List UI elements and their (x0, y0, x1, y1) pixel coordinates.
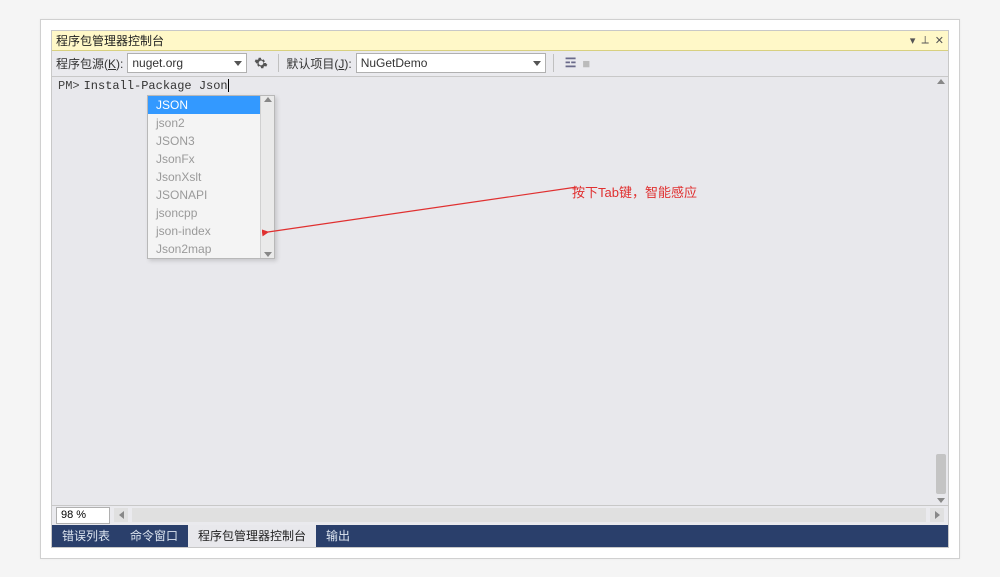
title-window-controls: ▾ ⟂ ✕ (910, 34, 944, 47)
intellisense-item[interactable]: JSON (148, 96, 260, 114)
toolbar-separator (278, 54, 279, 72)
title-text: 程序包管理器控制台 (56, 32, 164, 49)
toolbar-action-icon[interactable]: ☲ (565, 55, 577, 71)
scroll-down-icon[interactable] (937, 498, 945, 503)
intellisense-popup[interactable]: JSON json2 JSON3 JsonFx JsonXslt JSONAPI… (147, 95, 275, 259)
project-label: 默认项目(J): (286, 55, 351, 72)
annotation-text: 按下Tab键，智能感应 (572, 182, 697, 201)
tab-error-list[interactable]: 错误列表 (52, 525, 120, 547)
intellisense-item[interactable]: json-index (148, 222, 260, 240)
intellisense-scrollbar[interactable] (260, 96, 274, 258)
bottom-tabs: 错误列表 命令窗口 程序包管理器控制台 输出 (52, 525, 948, 547)
chevron-down-icon (533, 61, 541, 66)
console-line: PM> Install-Package Json (52, 77, 948, 95)
tab-command-window[interactable]: 命令窗口 (120, 525, 188, 547)
intellisense-item[interactable]: jsoncpp (148, 204, 260, 222)
status-bar: 98 % (52, 505, 948, 525)
package-manager-console-window: 程序包管理器控制台 ▾ ⟂ ✕ 程序包源(K): nuget.org 默认项目(… (51, 30, 949, 548)
intellisense-item[interactable]: JSON3 (148, 132, 260, 150)
window-menu-arrow-icon[interactable]: ▾ (910, 34, 916, 47)
command-input-text[interactable]: Install-Package Json (84, 79, 228, 93)
gear-icon (254, 56, 268, 70)
close-icon[interactable]: ✕ (935, 34, 944, 47)
console-area[interactable]: PM> Install-Package Json JSON json2 JSON… (52, 77, 948, 505)
intellisense-item[interactable]: json2 (148, 114, 260, 132)
tab-package-manager-console[interactable]: 程序包管理器控制台 (188, 525, 316, 547)
intellisense-item[interactable]: JsonFx (148, 150, 260, 168)
tab-output[interactable]: 输出 (316, 525, 360, 547)
scroll-down-icon[interactable] (264, 252, 272, 257)
settings-gear-button[interactable] (251, 53, 271, 73)
scroll-track[interactable] (934, 86, 948, 496)
package-source-dropdown[interactable]: nuget.org (127, 53, 247, 73)
intellisense-item[interactable]: Json2map (148, 240, 260, 258)
default-project-dropdown[interactable]: NuGetDemo (356, 53, 546, 73)
prompt-text: PM> (58, 79, 80, 93)
pin-icon[interactable]: ⟂ (921, 34, 928, 47)
scroll-thumb[interactable] (936, 454, 946, 494)
toolbar-stop-icon[interactable]: ■ (582, 56, 590, 71)
title-bar: 程序包管理器控制台 ▾ ⟂ ✕ (52, 31, 948, 51)
intellisense-list: JSON json2 JSON3 JsonFx JsonXslt JSONAPI… (148, 96, 260, 258)
default-project-value: NuGetDemo (361, 56, 527, 70)
package-source-value: nuget.org (132, 56, 228, 70)
annotation-arrow (262, 132, 592, 242)
source-label: 程序包源(K): (56, 55, 123, 72)
text-cursor (228, 79, 229, 92)
toolbar-separator (553, 54, 554, 72)
hscroll-left-icon[interactable] (114, 508, 128, 522)
vertical-scrollbar[interactable] (934, 77, 948, 505)
chevron-down-icon (234, 61, 242, 66)
outer-frame: 程序包管理器控制台 ▾ ⟂ ✕ 程序包源(K): nuget.org 默认项目(… (40, 19, 960, 559)
intellisense-item[interactable]: JSONAPI (148, 186, 260, 204)
horizontal-scrollbar[interactable] (132, 508, 926, 522)
toolbar: 程序包源(K): nuget.org 默认项目(J): NuGetDemo ☲ … (52, 51, 948, 77)
intellisense-item[interactable]: JsonXslt (148, 168, 260, 186)
hscroll-right-icon[interactable] (930, 508, 944, 522)
zoom-value: 98 % (61, 509, 86, 521)
scroll-up-icon[interactable] (937, 79, 945, 84)
scroll-up-icon[interactable] (264, 97, 272, 102)
zoom-dropdown[interactable]: 98 % (56, 507, 110, 524)
toolbar-extra-icons: ☲ ■ (565, 55, 591, 71)
